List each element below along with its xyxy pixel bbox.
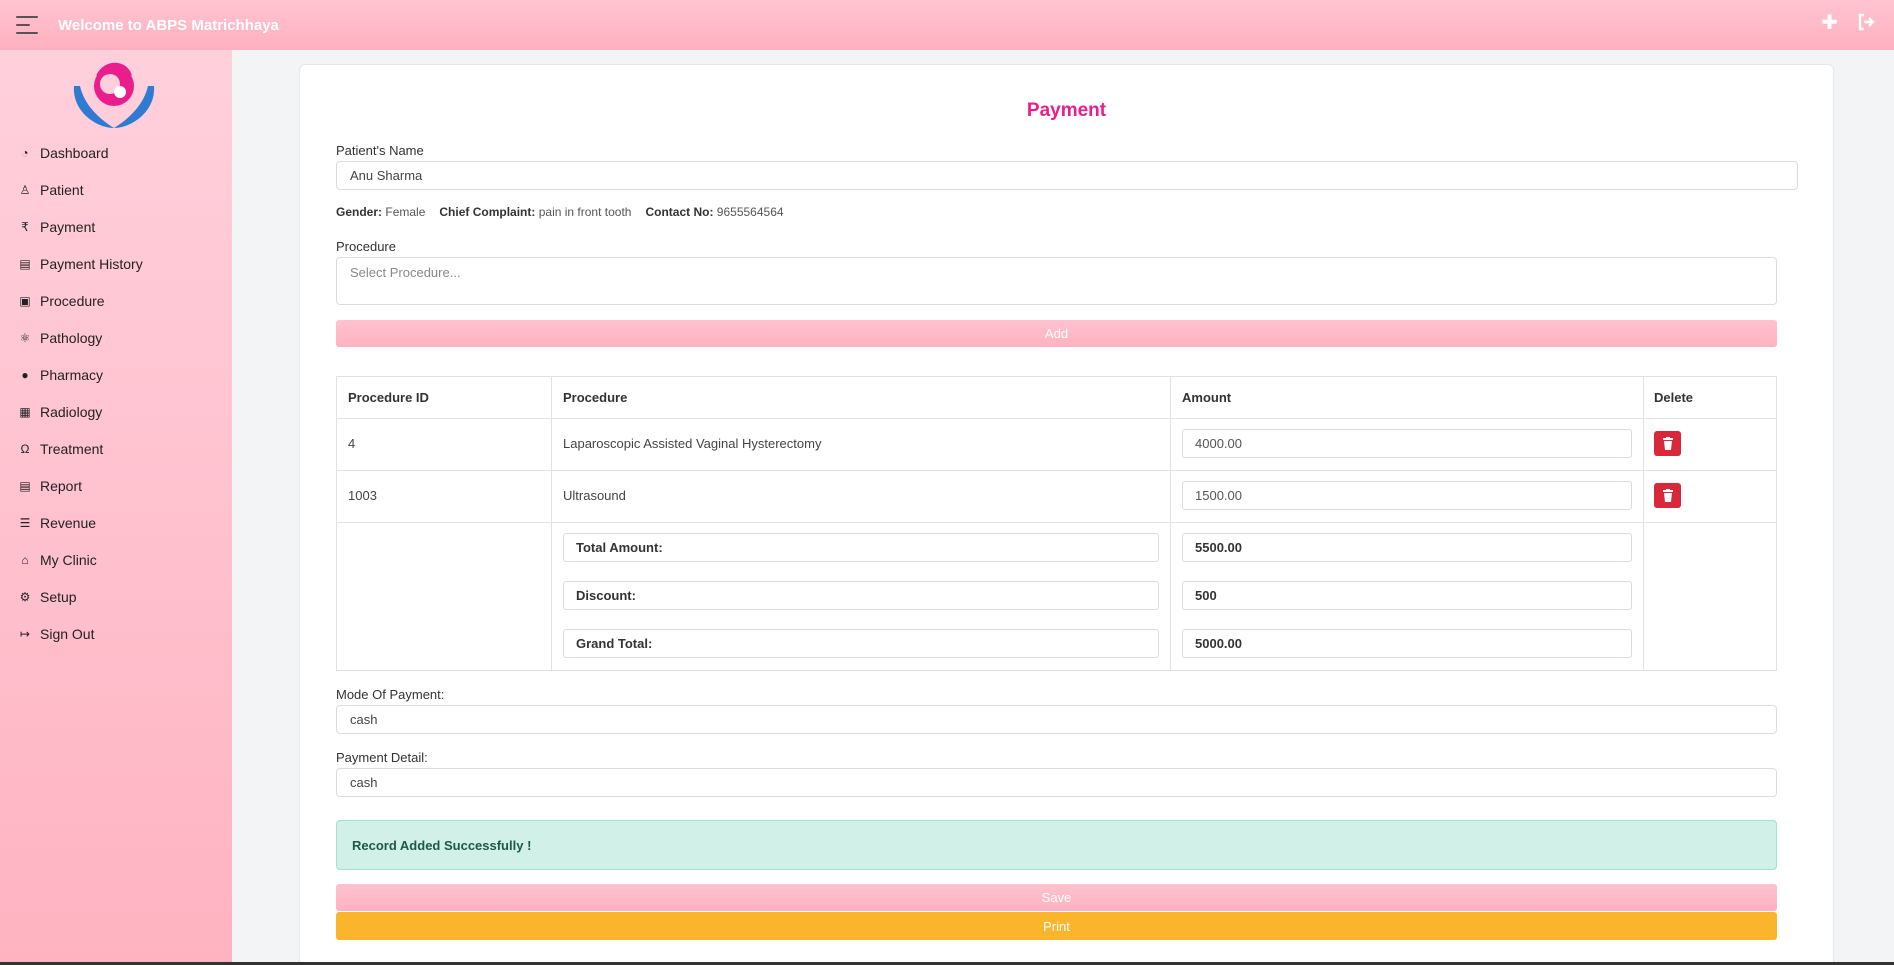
sidebar-item-label: Payment xyxy=(40,218,96,235)
sidebar-item-report[interactable]: ▤ Report xyxy=(0,467,232,504)
sidebar-item-treatment[interactable]: Ω Treatment xyxy=(0,430,232,467)
sidebar-item-label: Revenue xyxy=(40,514,97,531)
sidebar-item-revenue[interactable]: ☰ Revenue xyxy=(0,504,232,541)
plus-icon[interactable]: ✚ xyxy=(1821,12,1838,37)
sidebar-item-label: Patient xyxy=(40,181,84,198)
row-1-procedure: Laparoscopic Assisted Vaginal Hysterecto… xyxy=(563,436,822,451)
header-procedure-id: Procedure ID xyxy=(348,390,429,405)
discount-label: Discount: xyxy=(563,581,1159,610)
table-divider xyxy=(1643,377,1644,670)
dashboard-icon: ◔ xyxy=(21,145,29,160)
row-2-procedure: Ultrasound xyxy=(563,488,626,503)
contact-label: Contact No: xyxy=(645,205,714,219)
sidebar-item-label: My Clinic xyxy=(40,551,97,568)
mode-of-payment-label: Mode Of Payment: xyxy=(336,687,445,702)
grand-total-label: Grand Total: xyxy=(563,629,1159,658)
header-delete: Delete xyxy=(1654,390,1694,405)
payment-detail-label: Payment Detail: xyxy=(336,750,428,765)
gear-icon: ⚙ xyxy=(19,589,31,604)
sidebar-item-label: Radiology xyxy=(40,403,103,420)
grand-total-input[interactable]: 5000.00 xyxy=(1182,629,1632,658)
sidebar-item-setup[interactable]: ⚙ Setup xyxy=(0,578,232,615)
hamburger-icon[interactable] xyxy=(16,16,38,34)
row-2-id: 1003 xyxy=(348,488,377,503)
sidebar-item-my-clinic[interactable]: ⌂ My Clinic xyxy=(0,541,232,578)
patient-name-label: Patient's Name xyxy=(336,143,424,158)
top-bar: Welcome to ABPS Matrichhaya ✚ xyxy=(0,0,1894,50)
add-button[interactable]: Add xyxy=(336,320,1777,347)
procedure-select[interactable]: Select Procedure... xyxy=(336,257,1777,305)
discount-input[interactable]: 500 xyxy=(1182,581,1632,610)
sidebar-item-label: Payment History xyxy=(40,255,143,272)
sidebar-item-label: Report xyxy=(40,477,83,494)
pills-icon: ● xyxy=(21,367,29,382)
sign-out-icon[interactable] xyxy=(1856,12,1876,37)
complaint-label: Chief Complaint: xyxy=(439,205,536,219)
print-button[interactable]: Print xyxy=(336,912,1777,940)
total-amount-input[interactable]: 5500.00 xyxy=(1182,533,1632,562)
sidebar-item-label: Sign Out xyxy=(40,625,95,642)
complaint-info: Chief Complaint: pain in front tooth xyxy=(439,205,631,219)
gender-value: Female xyxy=(385,205,426,219)
sidebar-item-pathology[interactable]: ⚛ Pathology xyxy=(0,319,232,356)
header-amount: Amount xyxy=(1182,390,1232,405)
microscope-icon: ⚛ xyxy=(19,330,31,345)
coins-icon: ☰ xyxy=(19,515,31,530)
table-divider xyxy=(1170,377,1171,670)
sidebar-item-label: Treatment xyxy=(40,440,104,457)
procedures-table: Procedure ID Procedure Amount Delete 4 L… xyxy=(336,376,1777,671)
contact-info: Contact No: 9655564564 xyxy=(645,205,783,219)
sidebar-item-payment-history[interactable]: ▤ Payment History xyxy=(0,245,232,282)
sidebar-item-label: Procedure xyxy=(40,292,105,309)
sidebar: ◔ Dashboard ♙ Patient ₹ Payment ▤ Payment Hi… xyxy=(0,50,232,965)
sidebar-item-label: Dashboard xyxy=(40,144,109,161)
sidebar-item-sign-out[interactable]: ↦ Sign Out xyxy=(0,615,232,652)
procedure-label: Procedure xyxy=(336,239,396,254)
home-icon: ⌂ xyxy=(21,552,29,567)
save-button[interactable]: Save xyxy=(336,884,1777,911)
sign-out-icon: ↦ xyxy=(19,626,31,641)
table-divider xyxy=(551,377,552,670)
trash-icon[interactable] xyxy=(1654,431,1681,456)
payment-detail-input[interactable]: cash xyxy=(336,768,1777,797)
sidebar-item-dashboard[interactable]: ◔ Dashboard xyxy=(0,134,232,171)
sidebar-item-label: Pharmacy xyxy=(40,366,104,383)
stethoscope-icon: Ω xyxy=(20,441,30,456)
sidebar-item-pharmacy[interactable]: ● Pharmacy xyxy=(0,356,232,393)
sidebar-nav: ◔ Dashboard ♙ Patient ₹ Payment ▤ Payment Hi… xyxy=(0,134,232,652)
rupee-icon: ₹ xyxy=(21,219,29,234)
patient-icon: ♙ xyxy=(19,182,31,197)
table-divider xyxy=(337,470,1776,471)
app-title: Welcome to ABPS Matrichhaya xyxy=(58,16,279,34)
sidebar-item-label: Pathology xyxy=(40,329,103,346)
trash-icon[interactable] xyxy=(1654,483,1681,508)
success-alert: Record Added Successfully ! xyxy=(336,820,1777,870)
gender-label: Gender: xyxy=(336,205,383,219)
clinic-logo xyxy=(68,56,160,132)
patient-info: Gender: Female Chief Complaint: pain in … xyxy=(336,205,784,219)
sidebar-item-radiology[interactable]: ▦ Radiology xyxy=(0,393,232,430)
sidebar-item-payment[interactable]: ₹ Payment xyxy=(0,208,232,245)
patient-name-input[interactable]: Anu Sharma xyxy=(336,161,1798,190)
complaint-value: pain in front tooth xyxy=(538,205,632,219)
contact-value: 9655564564 xyxy=(716,205,784,219)
total-amount-label: Total Amount: xyxy=(563,533,1159,562)
sidebar-item-procedure[interactable]: ▣ Procedure xyxy=(0,282,232,319)
report-icon: ▤ xyxy=(19,478,31,493)
row-1-id: 4 xyxy=(348,436,356,451)
row-2-amount-input[interactable]: 1500.00 xyxy=(1182,481,1632,510)
table-divider xyxy=(337,522,1776,523)
document-icon: ▤ xyxy=(19,256,31,271)
page-title: Payment xyxy=(1026,100,1107,121)
mode-of-payment-input[interactable]: cash xyxy=(336,705,1777,734)
table-divider xyxy=(337,418,1776,419)
xray-icon: ▦ xyxy=(19,404,31,419)
header-procedure: Procedure xyxy=(563,390,628,405)
sidebar-item-patient[interactable]: ♙ Patient xyxy=(0,171,232,208)
top-actions: ✚ xyxy=(1821,12,1876,37)
row-1-amount-input[interactable]: 4000.00 xyxy=(1182,429,1632,458)
sidebar-item-label: Setup xyxy=(40,588,77,605)
medkit-icon: ▣ xyxy=(19,293,31,308)
gender-info: Gender: Female xyxy=(336,205,425,219)
